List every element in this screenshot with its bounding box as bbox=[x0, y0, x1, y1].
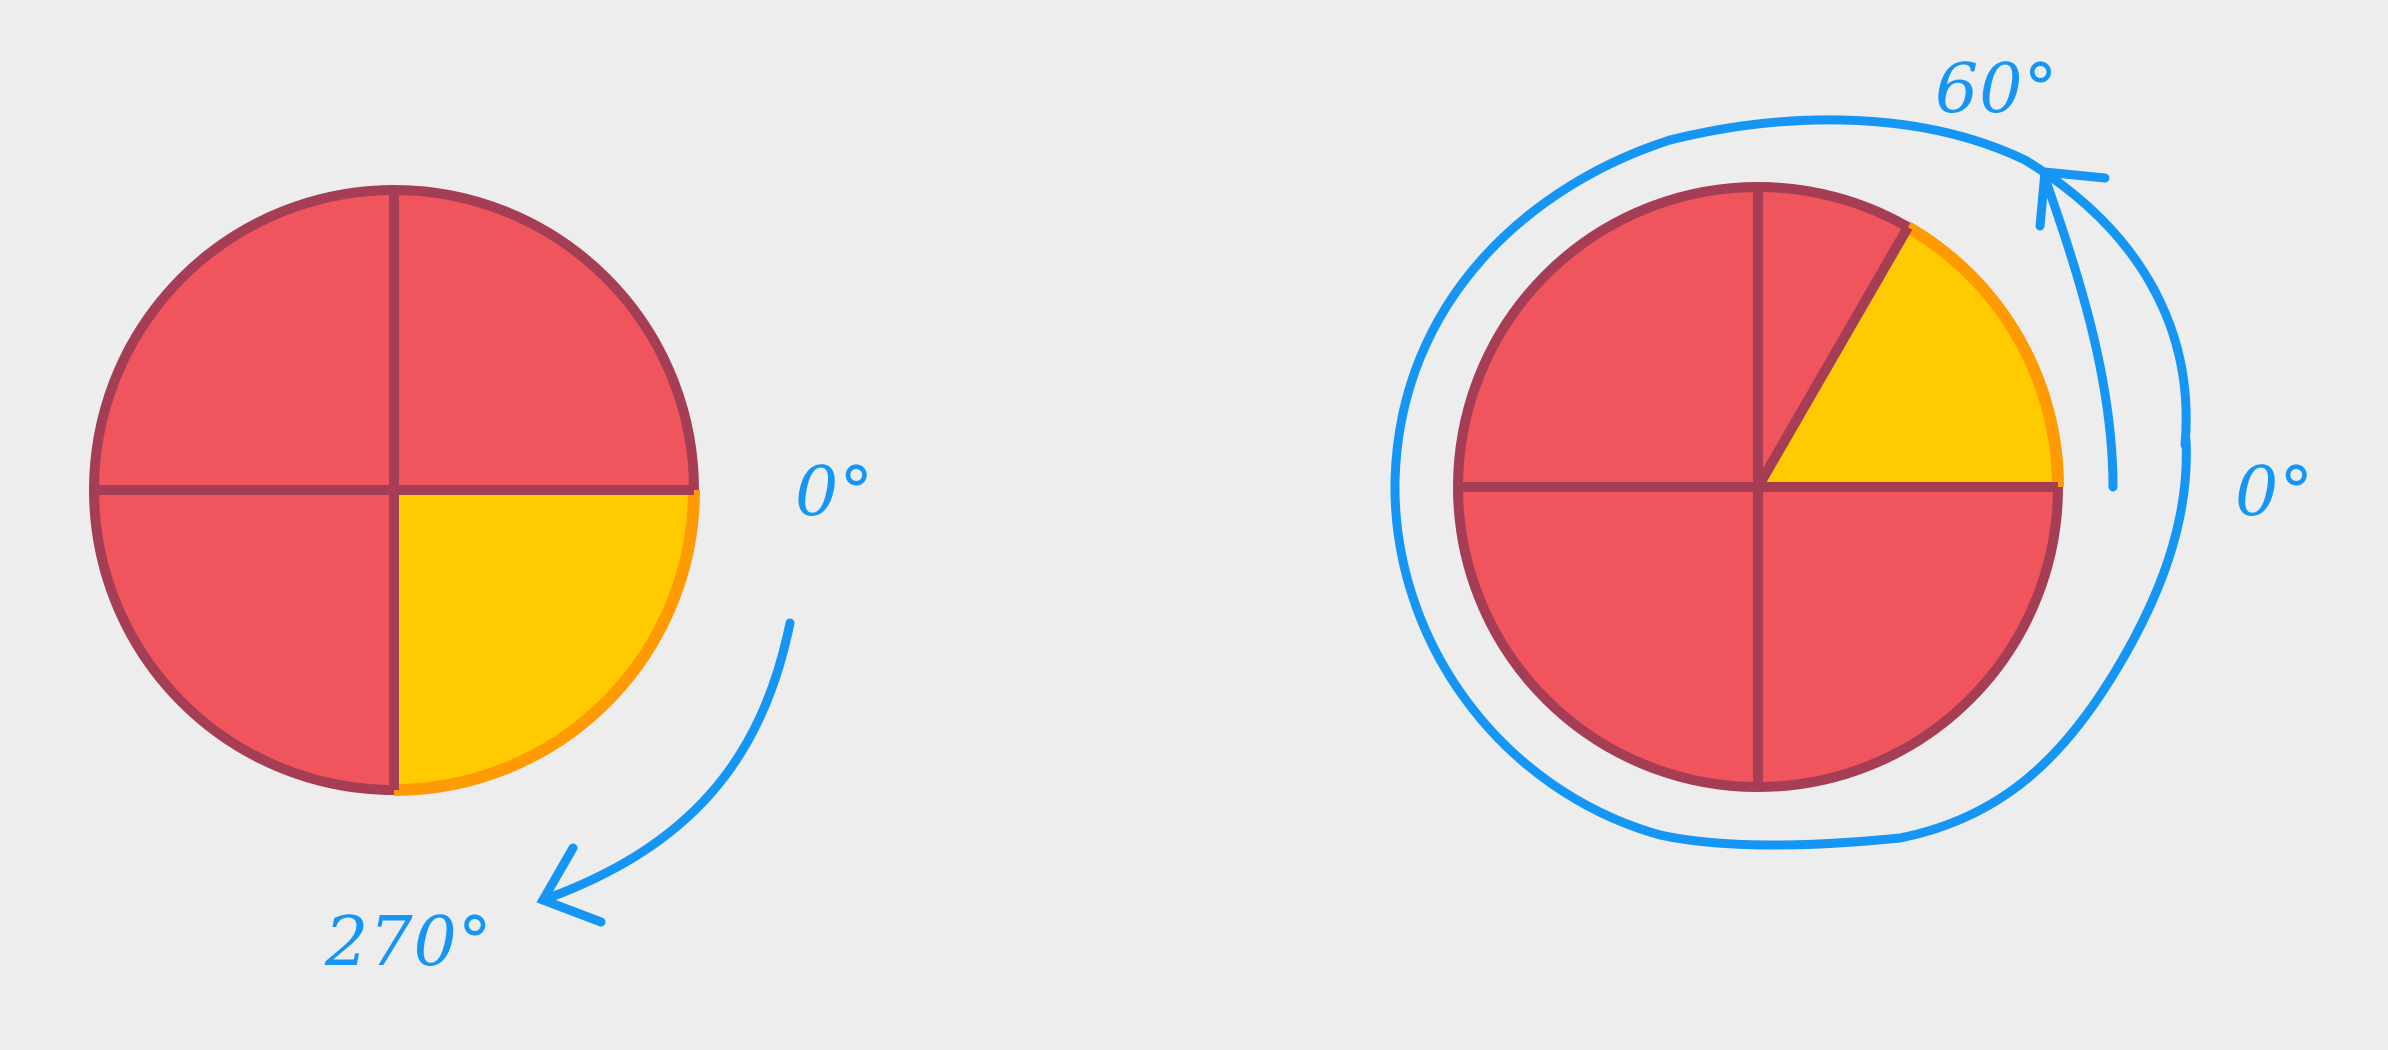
angle-diagram-canvas: 0° 270° 0° 60° bbox=[89, 50, 2314, 982]
right-pie-quadrant-bottom-right bbox=[1753, 482, 2063, 792]
left-end-angle-label: 270° bbox=[324, 903, 493, 982]
right-pie-diagram: 0° 60° bbox=[1390, 50, 2314, 850]
left-pie-quadrant-top-right bbox=[389, 185, 699, 495]
left-start-angle-label: 0° bbox=[795, 453, 874, 532]
left-pie-quadrant-bottom-left bbox=[89, 485, 399, 795]
left-pie-diagram: 0° 270° bbox=[89, 185, 874, 982]
left-pie-quadrant-top-left bbox=[89, 185, 399, 495]
right-end-angle-label: 60° bbox=[1935, 50, 2059, 129]
right-start-angle-label: 0° bbox=[2235, 453, 2314, 532]
